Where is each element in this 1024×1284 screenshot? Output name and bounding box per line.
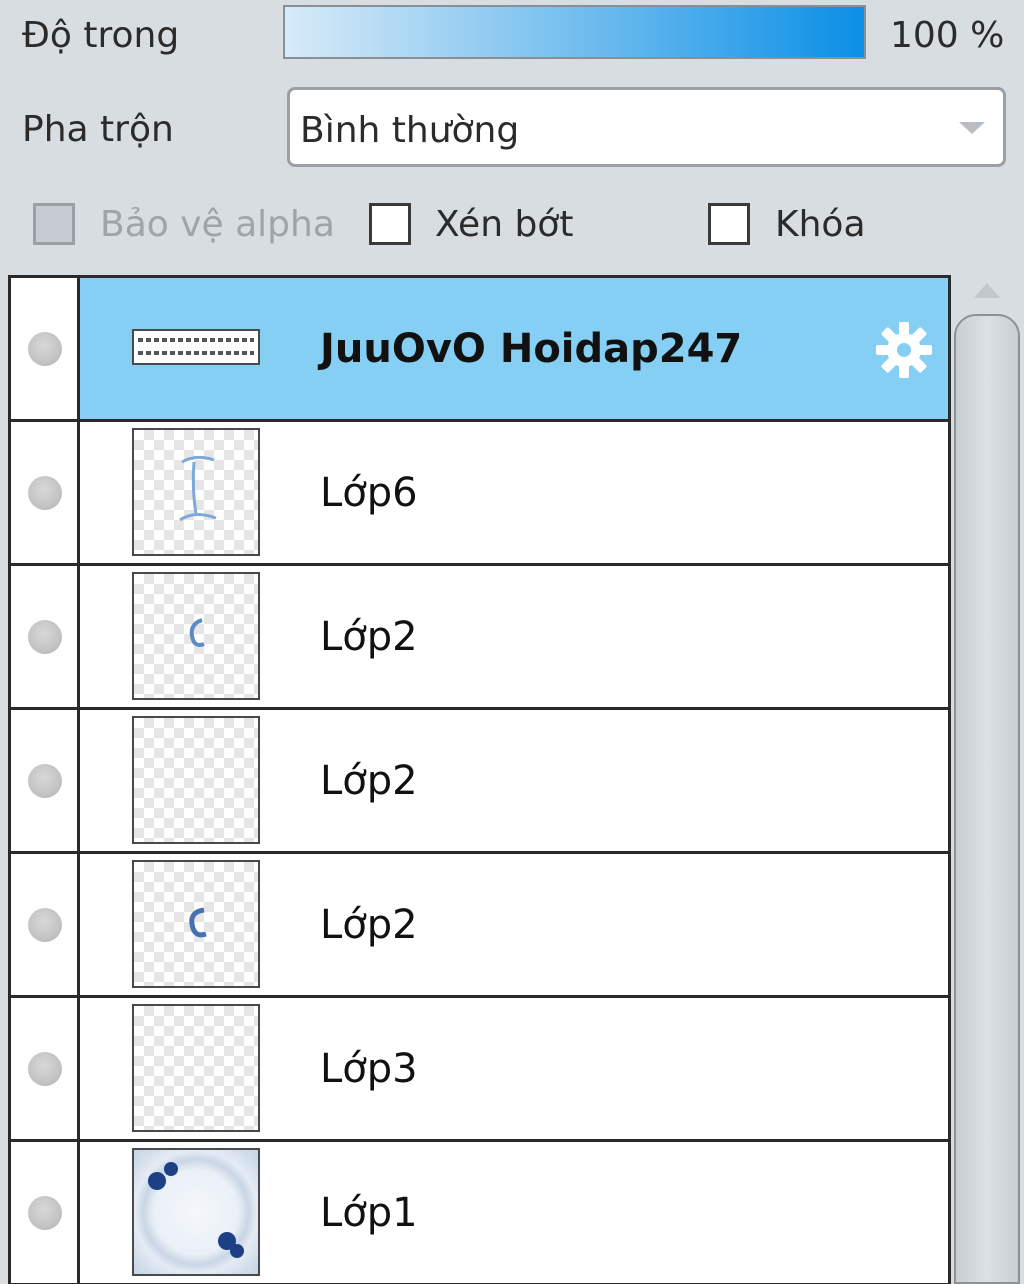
layer-name: Lớp6 [320,470,418,516]
blend-mode-value: Bình thường [300,110,520,151]
visibility-toggle[interactable] [11,710,80,851]
layer-row-main[interactable]: Lớp2 [80,854,948,995]
lock-checkbox[interactable] [708,203,750,245]
chevron-down-icon [959,122,985,134]
blend-mode-select[interactable]: Bình thường [287,87,1006,167]
visibility-dot-icon [28,332,62,366]
protect-alpha-checkbox[interactable] [33,203,75,245]
layer-thumbnail [132,428,260,556]
layer-row-main[interactable]: JuuOvO Hoidap247 [80,278,948,419]
layer-row[interactable]: Lớp3 [11,998,948,1142]
scroll-up-arrow-icon[interactable] [974,283,1000,298]
visibility-toggle[interactable] [11,998,80,1139]
flower-decoration [230,1244,244,1258]
flower-decoration [148,1172,166,1190]
layer-thumbnail [132,329,260,365]
layers-panel: Độ trong 100 % Pha trộn Bình thường Bảo … [0,0,1024,1284]
layer-row-main[interactable]: Lớp1 [80,1142,948,1283]
sketch-mark-icon [189,907,207,938]
blend-mode-label: Pha trộn [22,109,174,150]
visibility-dot-icon [28,620,62,654]
opacity-label: Độ trong [22,15,180,56]
scrollbar-thumb[interactable] [954,314,1020,1284]
visibility-dot-icon [28,908,62,942]
visibility-toggle[interactable] [11,422,80,563]
layer-row-main[interactable]: Lớp6 [80,422,948,563]
layer-row[interactable]: Lớp1 [11,1142,948,1284]
clip-checkbox[interactable] [369,203,411,245]
layer-name: Lớp2 [320,758,418,804]
layer-thumbnail [132,1004,260,1132]
layer-row-main[interactable]: Lớp3 [80,998,948,1139]
layer-row-main[interactable]: Lớp2 [80,710,948,851]
visibility-dot-icon [28,1196,62,1230]
layer-name: Lớp3 [320,1046,418,1092]
opacity-value: 100 % [890,15,1005,56]
visibility-toggle[interactable] [11,1142,80,1283]
visibility-toggle[interactable] [11,854,80,995]
protect-alpha-label: Bảo vệ alpha [100,204,335,245]
layer-row[interactable]: Lớp2 [11,854,948,998]
layer-thumbnail [132,860,260,988]
layer-name: Lớp2 [320,614,418,660]
sketch-mark-icon [189,618,205,647]
layer-row-main[interactable]: Lớp2 [80,566,948,707]
layer-name: Lớp2 [320,902,418,948]
layer-row[interactable]: Lớp6 [11,422,948,566]
layer-row[interactable]: Lớp2 [11,710,948,854]
layer-list: JuuOvO Hoidap247 Lớp6 Lớp2 Lớp2 Lớp2 Lớp… [8,275,951,1284]
layer-thumbnail [132,572,260,700]
opacity-slider[interactable] [283,5,866,59]
clip-label: Xén bớt [435,204,574,245]
visibility-dot-icon [28,1052,62,1086]
layer-name: JuuOvO Hoidap247 [320,326,743,372]
lock-label: Khóa [775,204,866,245]
layer-row[interactable]: Lớp2 [11,566,948,710]
opacity-slider-fill [285,7,864,57]
layer-name: Lớp1 [320,1190,418,1236]
sketch-mark-icon [179,455,217,522]
layer-thumbnail [132,716,260,844]
flower-decoration [164,1162,178,1176]
layer-thumbnail [132,1148,260,1276]
layer-row[interactable]: JuuOvO Hoidap247 [11,278,948,422]
visibility-toggle[interactable] [11,566,80,707]
visibility-dot-icon [28,764,62,798]
gear-icon[interactable] [872,318,936,382]
visibility-toggle[interactable] [11,278,80,419]
visibility-dot-icon [28,476,62,510]
